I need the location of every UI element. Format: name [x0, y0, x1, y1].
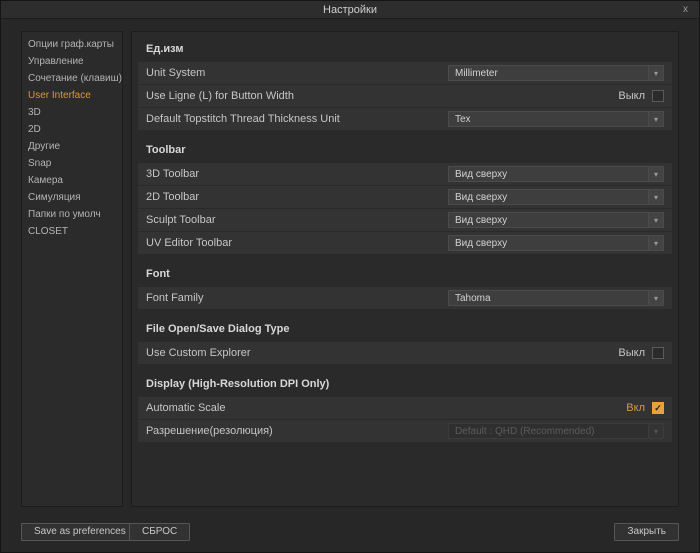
setting-label: Use Ligne (L) for Button Width	[146, 90, 618, 102]
reset-button[interactable]: СБРОС	[129, 523, 190, 541]
sidebar-item-controls[interactable]: Управление	[22, 53, 122, 70]
toggle-state-label: Выкл	[618, 347, 645, 359]
close-button[interactable]: Закрыть	[614, 523, 679, 541]
chevron-down-icon[interactable]: ▾	[648, 291, 663, 305]
settings-content: Ед.изм Unit System Millimeter ▾ Use Lign…	[131, 31, 679, 507]
select-value: Millimeter	[455, 68, 648, 79]
close-icon[interactable]: x	[680, 2, 691, 18]
font-family-select[interactable]: Tahoma ▾	[448, 290, 664, 306]
setting-label: Sculpt Toolbar	[146, 214, 448, 226]
titlebar: Настройки x	[1, 1, 699, 19]
sidebar-item-2d[interactable]: 2D	[22, 121, 122, 138]
section-header: Font	[138, 263, 672, 287]
sidebar-item-snap[interactable]: Snap	[22, 155, 122, 172]
setting-label: 3D Toolbar	[146, 168, 448, 180]
section-header: File Open/Save Dialog Type	[138, 318, 672, 342]
toggle-state-label: Вкл	[626, 402, 645, 414]
select-value: Вид сверху	[455, 192, 648, 203]
select-value: Вид сверху	[455, 238, 648, 249]
select-value: Default : QHD (Recommended)	[455, 426, 648, 437]
setting-label: Разрешение(резолюция)	[146, 425, 448, 437]
sidebar-item-other[interactable]: Другие	[22, 138, 122, 155]
unit-system-select[interactable]: Millimeter ▾	[448, 65, 664, 81]
sidebar-item-shortcuts[interactable]: Сочетание (клавиш)	[22, 70, 122, 87]
section-file-dialog: File Open/Save Dialog Type Use Custom Ex…	[138, 318, 672, 364]
setting-label: Use Custom Explorer	[146, 347, 618, 359]
section-header: Toolbar	[138, 139, 672, 163]
chevron-down-icon: ▾	[648, 424, 663, 438]
settings-dialog: Настройки x Опции граф.карты Управление …	[0, 0, 700, 553]
setting-row: Use Custom Explorer Выкл	[138, 342, 672, 364]
custom-explorer-checkbox[interactable]	[652, 347, 664, 359]
toggle-state-label: Выкл	[618, 90, 645, 102]
resolution-select: Default : QHD (Recommended) ▾	[448, 423, 664, 439]
dialog-body: Опции граф.карты Управление Сочетание (к…	[21, 31, 679, 507]
setting-label: Unit System	[146, 67, 448, 79]
section-header: Display (High-Resolution DPI Only)	[138, 373, 672, 397]
chevron-down-icon[interactable]: ▾	[648, 190, 663, 204]
setting-row: 3D Toolbar Вид сверху ▾	[138, 163, 672, 185]
topstitch-thickness-unit-select[interactable]: Tex ▾	[448, 111, 664, 127]
chevron-down-icon[interactable]: ▾	[648, 236, 663, 250]
sidebar: Опции граф.карты Управление Сочетание (к…	[21, 31, 123, 507]
ligne-button-width-checkbox[interactable]	[652, 90, 664, 102]
chevron-down-icon[interactable]: ▾	[648, 213, 663, 227]
setting-row: Default Topstitch Thread Thickness Unit …	[138, 108, 672, 130]
setting-label: Font Family	[146, 292, 448, 304]
chevron-down-icon[interactable]: ▾	[648, 66, 663, 80]
select-value: Вид сверху	[455, 215, 648, 226]
dialog-title: Настройки	[323, 4, 377, 16]
section-header: Ед.изм	[138, 38, 672, 62]
sidebar-item-simulation[interactable]: Симуляция	[22, 189, 122, 206]
save-as-preferences-button[interactable]: Save as preferences	[21, 523, 139, 541]
section-font: Font Font Family Tahoma ▾	[138, 263, 672, 309]
2d-toolbar-select[interactable]: Вид сверху ▾	[448, 189, 664, 205]
setting-row: Разрешение(резолюция) Default : QHD (Rec…	[138, 420, 672, 442]
section-toolbar: Toolbar 3D Toolbar Вид сверху ▾ 2D Toolb…	[138, 139, 672, 254]
setting-row: Font Family Tahoma ▾	[138, 287, 672, 309]
sidebar-item-graphics-options[interactable]: Опции граф.карты	[22, 36, 122, 53]
setting-label: UV Editor Toolbar	[146, 237, 448, 249]
sidebar-item-user-interface[interactable]: User Interface	[22, 87, 122, 104]
sidebar-item-default-folders[interactable]: Папки по умолч	[22, 206, 122, 223]
setting-label: Automatic Scale	[146, 402, 626, 414]
setting-row: Unit System Millimeter ▾	[138, 62, 672, 84]
section-units: Ед.изм Unit System Millimeter ▾ Use Lign…	[138, 38, 672, 130]
footer: Save as preferences СБРОС Закрыть	[21, 523, 679, 541]
sidebar-item-closet[interactable]: CLOSET	[22, 223, 122, 240]
3d-toolbar-select[interactable]: Вид сверху ▾	[448, 166, 664, 182]
select-value: Вид сверху	[455, 169, 648, 180]
setting-row: Sculpt Toolbar Вид сверху ▾	[138, 209, 672, 231]
setting-row: 2D Toolbar Вид сверху ▾	[138, 186, 672, 208]
select-value: Tahoma	[455, 293, 648, 304]
chevron-down-icon[interactable]: ▾	[648, 112, 663, 126]
setting-row: Automatic Scale Вкл ✓	[138, 397, 672, 419]
sidebar-item-camera[interactable]: Камера	[22, 172, 122, 189]
sidebar-item-3d[interactable]: 3D	[22, 104, 122, 121]
setting-row: Use Ligne (L) for Button Width Выкл	[138, 85, 672, 107]
setting-row: UV Editor Toolbar Вид сверху ▾	[138, 232, 672, 254]
automatic-scale-checkbox[interactable]: ✓	[652, 402, 664, 414]
section-display: Display (High-Resolution DPI Only) Autom…	[138, 373, 672, 442]
uv-editor-toolbar-select[interactable]: Вид сверху ▾	[448, 235, 664, 251]
sculpt-toolbar-select[interactable]: Вид сверху ▾	[448, 212, 664, 228]
setting-label: Default Topstitch Thread Thickness Unit	[146, 113, 448, 125]
select-value: Tex	[455, 114, 648, 125]
setting-label: 2D Toolbar	[146, 191, 448, 203]
chevron-down-icon[interactable]: ▾	[648, 167, 663, 181]
